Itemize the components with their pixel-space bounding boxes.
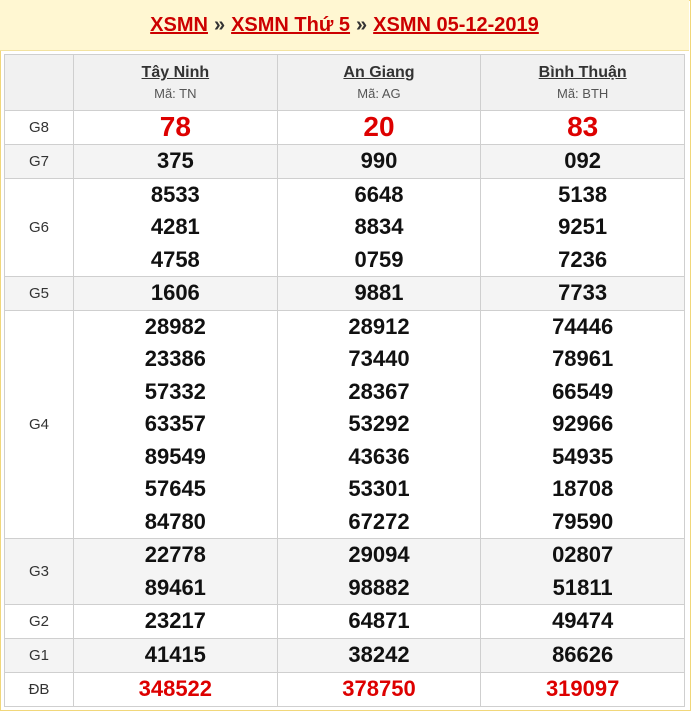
prize-row-g6: G6 8533 4281 4758 6648 8834 0759 5138 92…	[4, 177, 685, 277]
prize-cell: 28912 73440 28367 53292 43636 53301 6727…	[276, 309, 482, 539]
prize-value: 375	[73, 144, 278, 179]
prize-value: 29094	[348, 542, 410, 567]
prize-value: 78	[73, 110, 278, 145]
prize-value: 51811	[552, 574, 613, 600]
prize-row-g2: G2 23217 64871 49474	[4, 604, 685, 639]
breadcrumb-xsmn-date-link[interactable]: XSMN 05-12-2019	[373, 14, 539, 37]
prize-value: 73440	[348, 346, 410, 371]
prize-value: 092	[480, 144, 685, 179]
prize-value: 20	[276, 110, 482, 145]
prize-value: 49474	[480, 604, 685, 639]
breadcrumb-xsmn-link[interactable]: XSMN	[150, 14, 208, 37]
prize-label: ĐB	[4, 671, 74, 707]
prize-value: 02807	[552, 542, 614, 567]
breadcrumb: XSMN » XSMN Thứ 5 » XSMN 05-12-2019	[0, 0, 689, 51]
province-header: Bình Thuận Mã: BTH	[480, 54, 685, 111]
prize-label: G2	[4, 604, 74, 639]
prize-value: 89549	[144, 443, 206, 469]
prize-value: 84780	[144, 508, 206, 534]
prize-cell: 6648 8834 0759	[276, 177, 482, 277]
breadcrumb-xsmn-thursday-link[interactable]: XSMN Thứ 5	[231, 14, 350, 37]
prize-value: 18708	[552, 476, 614, 501]
prize-cell: 8533 4281 4758	[73, 177, 278, 277]
results-table: Tây Ninh Mã: TN An Giang Mã: AG Bình Thu…	[4, 54, 685, 707]
prize-row-g3: G3 22778 89461 29094 98882 02807 51811	[4, 538, 685, 605]
prize-label: G4	[4, 309, 74, 539]
prize-value: 53301	[348, 476, 410, 501]
prize-value: 8834	[354, 214, 404, 239]
prize-value: 98882	[348, 574, 410, 600]
prize-label: G7	[4, 144, 74, 179]
special-prize-value: 348522	[73, 671, 278, 707]
prize-label: G1	[4, 637, 74, 673]
prize-value: 74446	[552, 313, 614, 339]
prize-value: 23386	[144, 346, 206, 371]
prize-value: 53292	[348, 411, 410, 436]
prize-value: 0759	[354, 246, 404, 272]
prize-value: 54935	[552, 443, 614, 469]
prize-value: 78961	[552, 346, 614, 371]
province-header: Tây Ninh Mã: TN	[73, 54, 278, 111]
prize-value: 22778	[144, 542, 206, 567]
prize-row-special: ĐB 348522 378750 319097	[4, 671, 685, 707]
prize-value: 7236	[558, 246, 608, 272]
province-header-row: Tây Ninh Mã: TN An Giang Mã: AG Bình Thu…	[4, 54, 685, 111]
prize-row-g7: G7 375 990 092	[4, 144, 685, 179]
prize-value: 38242	[276, 637, 482, 673]
prize-value: 4758	[150, 246, 200, 272]
breadcrumb-separator: »	[213, 13, 226, 36]
prize-value: 5138	[558, 181, 608, 207]
empty-corner-cell	[4, 54, 74, 111]
prize-cell: 29094 98882	[276, 538, 482, 605]
prize-row-g8: G8 78 20 83	[4, 110, 685, 145]
prize-value: 28982	[144, 313, 206, 339]
prize-value: 63357	[144, 411, 206, 436]
prize-value: 4281	[150, 214, 200, 239]
prize-label: G8	[4, 110, 74, 145]
breadcrumb-separator: »	[356, 13, 368, 36]
province-name-link[interactable]: An Giang	[278, 64, 481, 82]
province-header: An Giang Mã: AG	[276, 54, 482, 111]
province-name-link[interactable]: Bình Thuận	[481, 64, 684, 82]
prize-value: 67272	[348, 508, 410, 534]
prize-value: 8533	[150, 181, 200, 207]
prize-value: 28912	[348, 313, 410, 339]
prize-value: 43636	[348, 443, 410, 469]
prize-value: 1606	[73, 276, 278, 311]
prize-value: 79590	[552, 508, 614, 534]
prize-value: 92966	[552, 411, 614, 436]
prize-value: 9881	[276, 276, 482, 311]
prize-cell: 5138 9251 7236	[480, 177, 685, 277]
prize-value: 89461	[144, 574, 206, 600]
special-prize-value: 378750	[276, 671, 482, 707]
prize-value: 86626	[480, 637, 685, 673]
prize-value: 64871	[276, 604, 482, 639]
special-prize-value: 319097	[480, 671, 685, 707]
province-code: Mã: AG	[357, 86, 401, 101]
prize-cell: 02807 51811	[480, 538, 685, 605]
prize-value: 28367	[348, 378, 410, 404]
prize-value: 23217	[73, 604, 278, 639]
prize-cell: 74446 78961 66549 92966 54935 18708 7959…	[480, 309, 685, 539]
prize-value: 41415	[73, 637, 278, 673]
prize-row-g1: G1 41415 38242 86626	[4, 637, 685, 673]
prize-cell: 22778 89461	[73, 538, 278, 605]
prize-value: 57332	[144, 378, 206, 404]
prize-label: G3	[4, 538, 74, 605]
prize-label: G5	[4, 276, 74, 311]
prize-value: 7733	[480, 276, 685, 311]
province-name-link[interactable]: Tây Ninh	[74, 64, 277, 82]
prize-value: 83	[480, 110, 685, 145]
prize-value: 57645	[144, 476, 206, 501]
province-code: Mã: BTH	[557, 86, 609, 101]
prize-value: 9251	[558, 214, 608, 239]
prize-value: 66549	[552, 378, 614, 404]
prize-label: G6	[4, 177, 74, 277]
prize-row-g4: G4 28982 23386 57332 63357 89549 57645 8…	[4, 309, 685, 539]
prize-row-g5: G5 1606 9881 7733	[4, 276, 685, 311]
prize-value: 990	[276, 144, 482, 179]
prize-value: 6648	[354, 181, 404, 207]
province-code: Mã: TN	[154, 86, 197, 101]
prize-cell: 28982 23386 57332 63357 89549 57645 8478…	[73, 309, 278, 539]
